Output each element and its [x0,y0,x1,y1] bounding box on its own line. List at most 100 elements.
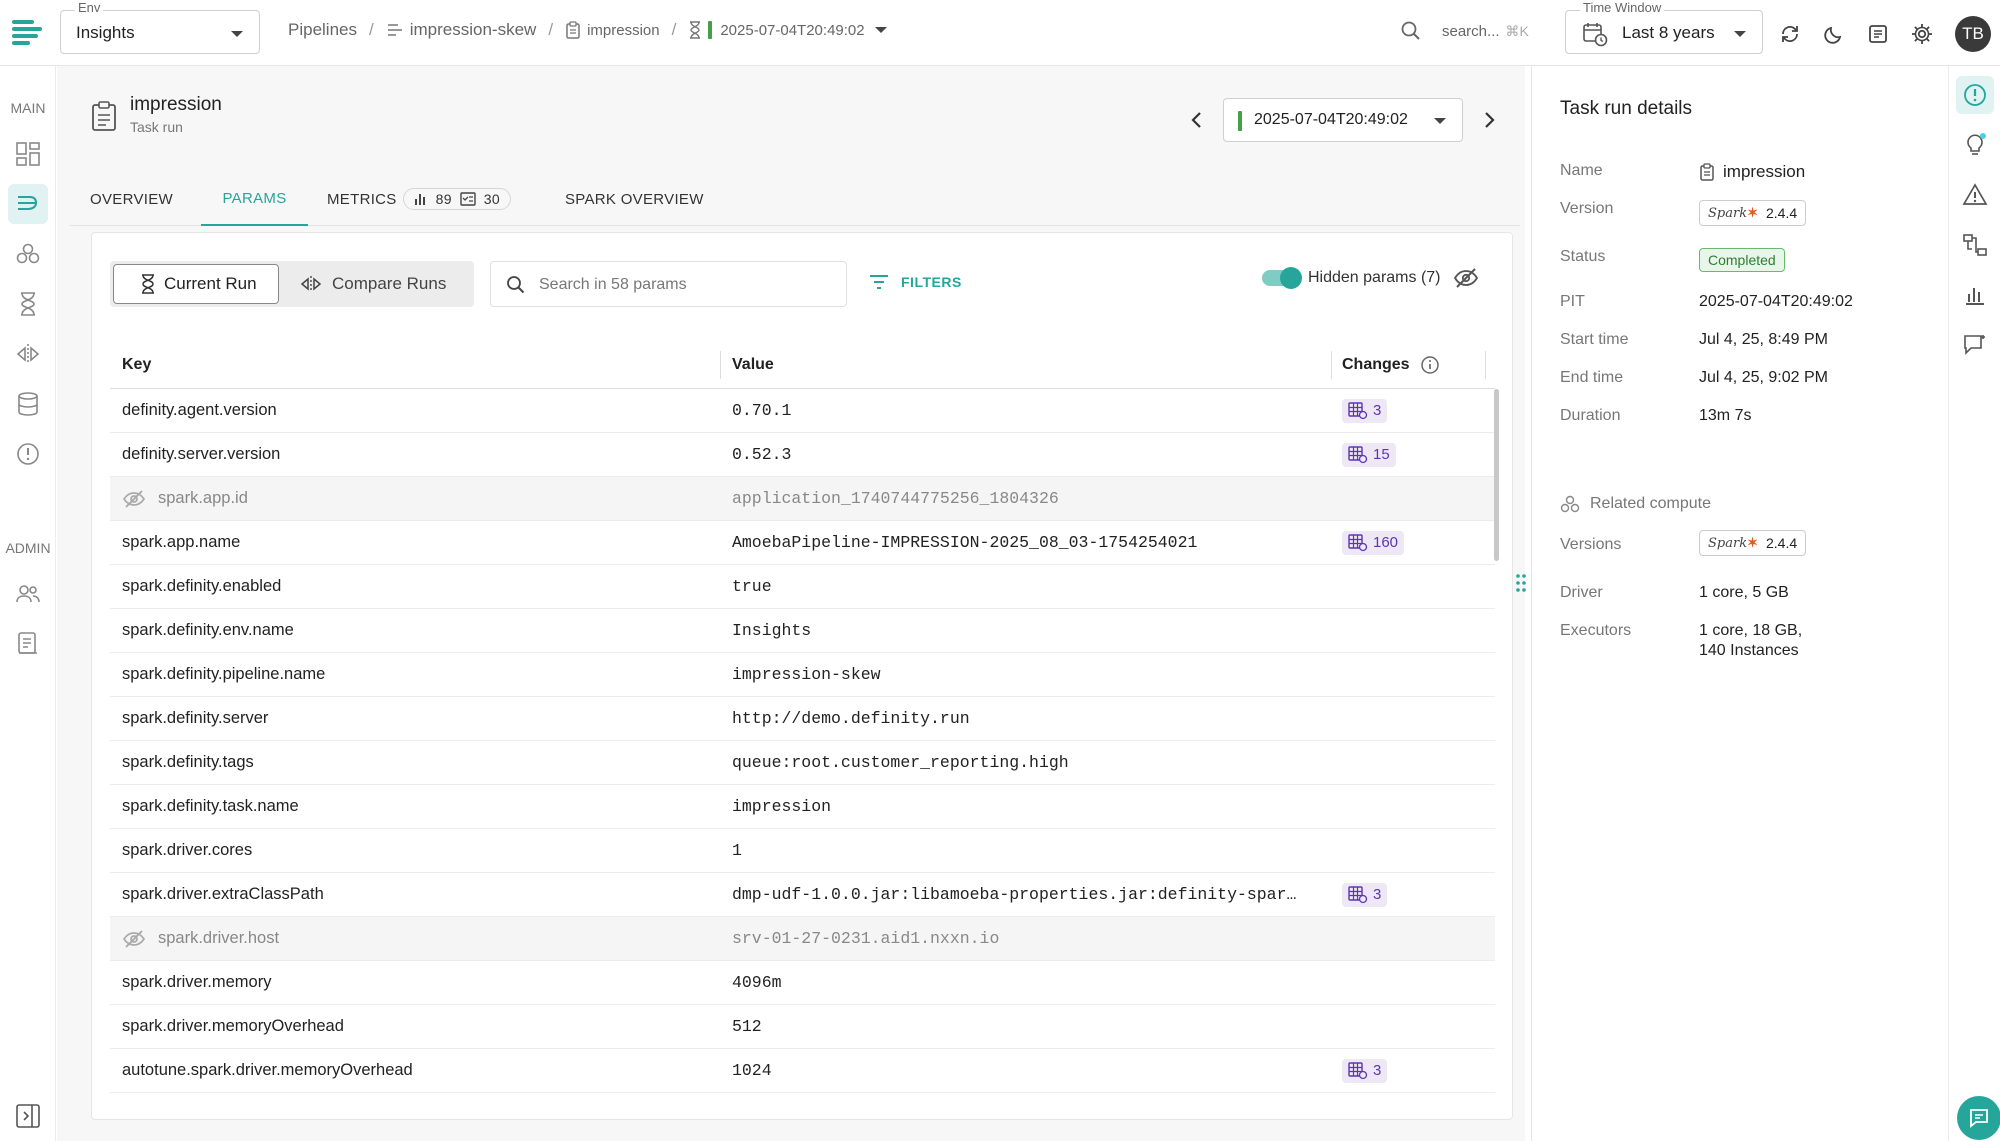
nav-compare-icon[interactable] [8,334,48,374]
param-value: application_1740744775256_1804326 [732,489,1059,508]
time-window-select[interactable]: Time Window Last 8 years [1565,0,1763,54]
nav-runs-hourglass-icon[interactable] [8,284,48,324]
dark-mode-moon-icon[interactable] [1819,19,1849,49]
param-value: srv-01-27-0231.aid1.nxxn.io [732,929,1000,948]
nav-pipelines-icon[interactable] [8,184,48,224]
collapse-sidebar-icon[interactable] [8,1096,48,1136]
table-row[interactable]: spark.driver.extraClassPath dmp-udf-1.0.0… [110,873,1495,917]
env-select[interactable]: Env Insights [60,0,260,54]
run-navigator: 2025-07-04T20:49:02 [1185,98,1501,142]
column-divider[interactable] [1485,351,1486,379]
info-icon[interactable] [1420,355,1440,375]
details-executors-value: 1 core, 18 GB, 140 Instances [1699,621,1802,661]
column-changes[interactable]: Changes [1342,341,1440,388]
table-row[interactable]: spark.driver.memory 4096m [110,961,1495,1005]
hidden-params-toggle[interactable]: Hidden params (7) [1262,267,1479,289]
details-name-label: Name [1560,162,1603,179]
param-key: autotune.spark.driver.memoryOverhead [122,1049,413,1092]
nav-dashboard-icon[interactable] [8,134,48,174]
warning-icon[interactable] [1956,176,1994,214]
param-key: spark.driver.extraClassPath [122,873,324,916]
changes-badge[interactable]: 3 [1342,1058,1388,1083]
hidden-params-switch[interactable] [1262,267,1302,289]
table-scrollbar[interactable] [1494,389,1499,561]
pipeline-runs-grid-icon [1348,533,1368,551]
param-key: spark.definity.tags [122,741,254,784]
column-key[interactable]: Key [122,341,151,388]
table-row[interactable]: definity.server.version 0.52.3 15 [110,433,1495,477]
params-search-input[interactable]: Search in 58 params [490,261,847,307]
breadcrumb-pipelines[interactable]: Pipelines [288,20,357,40]
param-key: spark.definity.env.name [122,609,294,652]
top-bar: Env Insights Pipelines / impression-skew… [0,0,2000,66]
related-compute-label: Related compute [1590,495,1711,512]
table-row[interactable]: spark.driver.cores 1 [110,829,1495,873]
eye-off-icon[interactable] [1453,267,1479,289]
support-chat-button[interactable] [1957,1096,2000,1140]
avatar[interactable]: TB [1955,16,1991,52]
param-key: spark.driver.memoryOverhead [122,1005,344,1048]
details-version-label: Version [1560,200,1614,217]
switch-knob [1280,267,1302,289]
table-row[interactable]: spark.definity.server http://demo.definit… [110,697,1495,741]
env-label: Env [75,0,104,15]
nav-compute-icon[interactable] [8,234,48,274]
current-run-button[interactable]: Current Run [113,264,279,304]
table-row[interactable]: spark.definity.tags queue:root.customer_r… [110,741,1495,785]
tab-overview[interactable]: OVERVIEW [90,172,180,226]
breadcrumb-run[interactable]: 2025-07-04T20:49:02 [688,21,887,39]
changes-badge[interactable]: 3 [1342,398,1388,423]
table-row[interactable]: spark.driver.host srv-01-27-0231.aid1.nxx… [110,917,1495,961]
column-divider[interactable] [720,351,721,379]
tab-params[interactable]: PARAMS [201,172,308,226]
table-row[interactable]: spark.definity.pipeline.name impression-s… [110,653,1495,697]
column-value[interactable]: Value [732,341,1322,388]
tab-metrics[interactable]: METRICS 89 30 [327,172,511,226]
chat-icon [1970,1109,1988,1128]
details-info-icon[interactable] [1956,76,1994,114]
global-search[interactable]: search... ⌘K [1400,20,1529,42]
app-logo-icon[interactable] [10,14,44,48]
comments-icon[interactable] [1956,326,1994,364]
table-row[interactable]: spark.definity.env.name Insights [110,609,1495,653]
docs-icon[interactable] [1863,19,1893,49]
param-key-text: spark.app.id [158,489,248,507]
details-end-label: End time [1560,369,1624,386]
table-row[interactable]: spark.definity.task.name impression [110,785,1495,829]
compare-runs-button[interactable]: Compare Runs [300,264,446,304]
param-value: 512 [732,1017,762,1036]
nav-database-icon[interactable] [8,384,48,424]
run-select[interactable]: 2025-07-04T20:49:02 [1223,98,1463,142]
chevron-left-icon[interactable] [1185,108,1209,132]
details-versions-value: Spark✶ 2.4.4 [1699,530,1807,556]
table-row[interactable]: spark.app.name AmoebaPipeline-IMPRESSION-… [110,521,1495,565]
breadcrumb-task[interactable]: impression [565,21,660,39]
table-row[interactable]: spark.definity.enabled true [110,565,1495,609]
param-key: spark.driver.memory [122,961,271,1004]
table-row[interactable]: autotune.spark.driver.memoryOverhead 1024… [110,1049,1495,1093]
refresh-icon[interactable] [1775,19,1805,49]
insights-bulb-icon[interactable] [1956,126,1994,164]
chevron-down-icon[interactable] [874,27,887,33]
changes-badge[interactable]: 15 [1342,442,1396,467]
details-versions-label: Versions [1560,536,1622,553]
panel-resize-handle[interactable] [1515,573,1527,598]
nav-alerts-icon[interactable] [8,434,48,474]
gear-icon[interactable] [1907,19,1937,49]
column-divider[interactable] [1331,351,1332,379]
metrics-chart-icon[interactable] [1956,276,1994,314]
nav-users-icon[interactable] [8,574,48,614]
changes-badge[interactable]: 160 [1342,530,1405,555]
table-row[interactable]: spark.driver.memoryOverhead 512 [110,1005,1495,1049]
tab-spark-overview[interactable]: SPARK OVERVIEW [565,172,704,226]
filters-button[interactable]: FILTERS [869,273,962,291]
changes-badge[interactable]: 3 [1342,882,1388,907]
table-row[interactable]: definity.agent.version 0.70.1 3 [110,389,1495,433]
param-key: spark.driver.host [122,917,279,960]
lineage-icon[interactable] [1956,226,1994,264]
chevron-right-icon[interactable] [1477,108,1501,132]
nav-audit-icon[interactable] [8,624,48,664]
breadcrumb-pipeline[interactable]: impression-skew [386,20,536,40]
spark-logo-icon: Spark✶ [1708,205,1758,221]
table-row[interactable]: spark.app.id application_1740744775256_18… [110,477,1495,521]
